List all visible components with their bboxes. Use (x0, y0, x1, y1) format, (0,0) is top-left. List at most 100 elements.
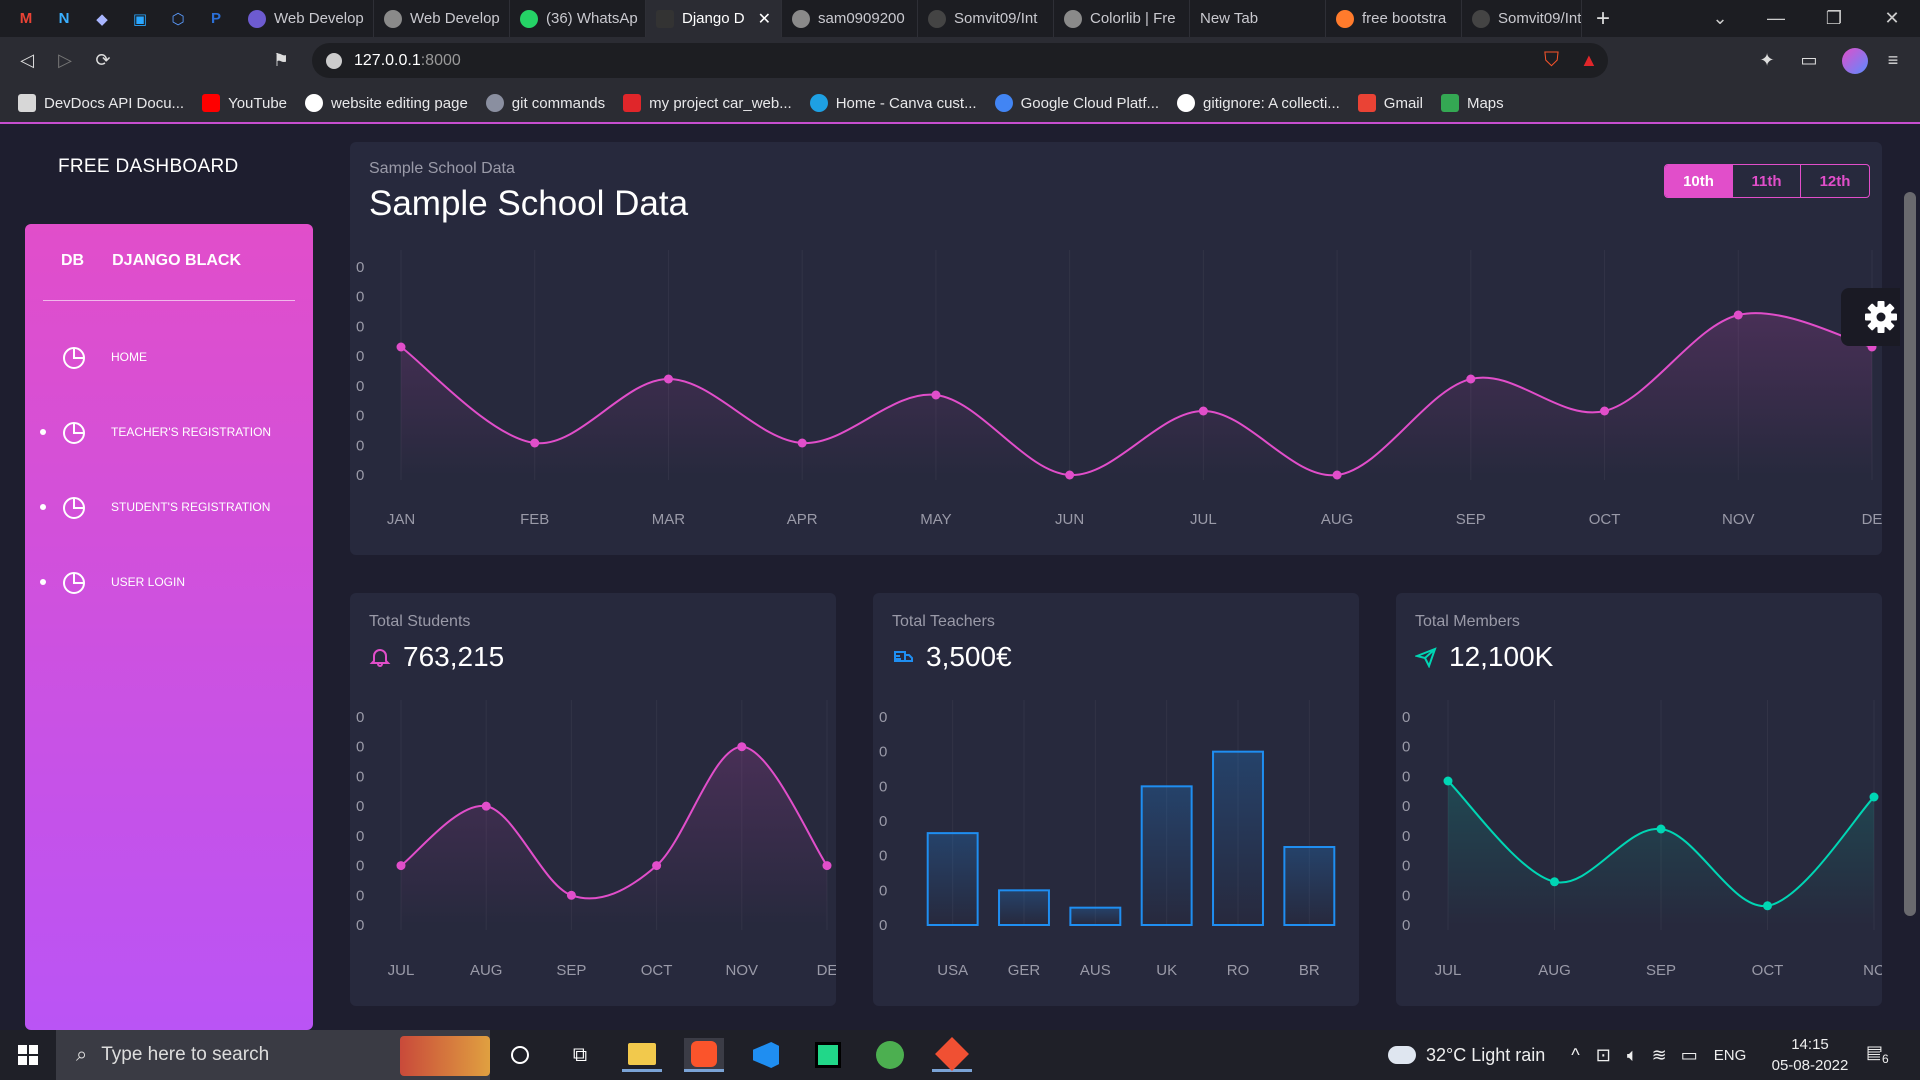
reload-icon[interactable]: ⟳ (90, 48, 116, 74)
close-icon[interactable]: ✕ (758, 9, 771, 29)
browser-tab[interactable]: sam0909200 (782, 0, 918, 37)
profile-avatar[interactable] (1842, 48, 1868, 74)
brave-shield-icon[interactable]: ⛉ (1544, 49, 1559, 72)
data-point (1550, 877, 1559, 887)
bookmark-item[interactable]: git commands (485, 94, 605, 112)
minimize-button[interactable]: — (1748, 0, 1804, 37)
browser-tab[interactable]: Somvit09/Int (918, 0, 1054, 37)
paypal-pinned-tab-icon[interactable]: P (204, 7, 228, 31)
data-point (822, 861, 832, 871)
card-title: Sample School Data (369, 184, 689, 223)
notion-pinned-tab-icon[interactable]: N (52, 7, 76, 31)
stat-value: 3,500€ (926, 641, 1012, 672)
pinned-tab-icon[interactable]: ⬡ (166, 7, 190, 31)
browser-tab[interactable]: Somvit09/Int (1462, 0, 1582, 37)
pycharm-icon[interactable] (808, 1038, 848, 1072)
cortana-icon[interactable] (500, 1038, 540, 1072)
browser-tab[interactable]: Web Develop (238, 0, 374, 37)
active-dot (40, 429, 46, 435)
url-input[interactable]: 127.0.0.1:8000 ⛉ ▲ (312, 43, 1608, 78)
bookmark-item[interactable]: Home - Canva cust... (809, 94, 977, 112)
brand[interactable]: DB DJANGO BLACK (61, 252, 241, 270)
bell-icon (369, 649, 391, 667)
toggle-10th-button[interactable]: 10th (1665, 165, 1733, 197)
data-point (1332, 470, 1342, 480)
toggle-12th-button[interactable]: 12th (1801, 165, 1869, 197)
bookmark-item[interactable]: gitignore: A collecti... (1177, 94, 1340, 112)
site-info-icon[interactable] (326, 52, 342, 69)
data-point (396, 861, 406, 871)
bookmark-item[interactable]: Maps (1440, 94, 1504, 112)
tab-favicon-icon (384, 9, 402, 28)
battery-icon[interactable]: ▭ (1681, 1045, 1698, 1066)
restore-button[interactable]: ❐ (1806, 0, 1862, 37)
volume-icon[interactable]: 🔈︎ (1627, 1045, 1638, 1066)
back-icon[interactable]: ◁ (14, 48, 40, 74)
toggle-11th-button[interactable]: 11th (1733, 165, 1801, 197)
bookmark-item[interactable]: my project car_web... (623, 94, 792, 112)
tab-favicon-icon (656, 9, 674, 28)
atom-icon[interactable] (870, 1038, 910, 1072)
github-icon (1177, 94, 1196, 112)
sidebar: DB DJANGO BLACK HOME TEACHER'S REGISTRAT… (25, 224, 313, 1030)
close-window-button[interactable]: ✕ (1864, 0, 1920, 37)
bookmark-item[interactable]: YouTube (202, 94, 287, 112)
brave-browser-icon[interactable] (684, 1038, 724, 1072)
browser-tab[interactable]: free bootstra (1326, 0, 1462, 37)
brave-rewards-icon[interactable]: ▲ (1580, 50, 1598, 71)
tab-search-chevron-icon[interactable]: ⌄ (1692, 0, 1748, 37)
sidebar-item-home[interactable]: HOME (61, 344, 147, 370)
x-tick-label: JUL (1435, 962, 1462, 979)
y-tick-label: 0 (879, 813, 887, 830)
data-point (1656, 824, 1666, 834)
browser-tab[interactable]: Colorlib | Fre (1054, 0, 1190, 37)
data-point (1600, 406, 1610, 416)
extensions-icon[interactable]: ✦ (1754, 48, 1780, 74)
bookmark-item[interactable]: Gmail (1357, 94, 1423, 112)
y-tick-label: 0 (879, 917, 887, 934)
menu-icon[interactable]: ≡ (1880, 48, 1906, 74)
data-point (663, 374, 673, 384)
y-tick-label: 0 (356, 467, 364, 484)
new-tab-button[interactable]: + (1596, 5, 1610, 33)
pinned-tab-icon[interactable]: ▣ (128, 7, 152, 31)
page-scrollbar[interactable] (1900, 126, 1920, 1030)
file-explorer-icon[interactable] (622, 1038, 662, 1072)
bookmark-item[interactable]: website editing page (305, 94, 468, 112)
sidebar-item-user-login[interactable]: USER LOGIN (61, 569, 185, 595)
chevron-up-icon[interactable]: ^ (1571, 1045, 1579, 1066)
sidebar-item-teacher-registration[interactable]: TEACHER'S REGISTRATION (61, 419, 271, 445)
browser-tab[interactable]: New Tab (1190, 0, 1326, 37)
vscode-icon[interactable] (746, 1038, 786, 1072)
pinned-tab-icon[interactable]: ◆ (90, 7, 114, 31)
notifications-button[interactable]: ▤ 6 (1866, 1042, 1894, 1068)
windows-start-icon[interactable] (18, 1045, 38, 1065)
data-point (481, 801, 491, 811)
taskbar-search-input[interactable]: ⌕ Type here to search (56, 1030, 490, 1080)
sidebar-item-label: STUDENT'S REGISTRATION (111, 500, 271, 514)
git-kraken-icon[interactable] (932, 1036, 972, 1072)
clock[interactable]: 14:15 05-08-2022 (1760, 1034, 1860, 1076)
x-tick-label: MAR (652, 511, 686, 528)
x-tick-label: SEP (1456, 511, 1486, 528)
browser-tab-active[interactable]: Django D ✕ (646, 0, 782, 37)
browser-tab[interactable]: (36) WhatsAp (510, 0, 646, 37)
wifi-icon[interactable]: ≋ (1652, 1045, 1667, 1066)
meet-icon[interactable]: ⊡ (1596, 1045, 1611, 1066)
gmail-pinned-tab-icon[interactable]: M (14, 7, 38, 31)
y-tick-label: 0 (356, 318, 364, 335)
y-tick-label: 0 (356, 378, 364, 395)
scrollbar-thumb[interactable] (1904, 192, 1916, 916)
wallet-icon[interactable]: ▭ (1796, 48, 1822, 74)
weather-text[interactable]: 32°C Light rain (1426, 1045, 1545, 1066)
y-tick-label: 0 (356, 828, 364, 845)
language-indicator[interactable]: ENG (1714, 1047, 1747, 1064)
sidebar-item-student-registration[interactable]: STUDENT'S REGISTRATION (61, 494, 270, 520)
app-title[interactable]: FREE DASHBOARD (58, 156, 239, 178)
task-view-icon[interactable]: ⧉ (560, 1038, 600, 1072)
bookmark-item[interactable]: Google Cloud Platf... (994, 94, 1159, 112)
browser-tab[interactable]: Web Develop (374, 0, 510, 37)
bookmark-icon[interactable]: ⚑ (268, 48, 294, 74)
bookmark-item[interactable]: DevDocs API Docu... (18, 94, 184, 112)
forward-icon[interactable]: ▷ (52, 48, 78, 74)
